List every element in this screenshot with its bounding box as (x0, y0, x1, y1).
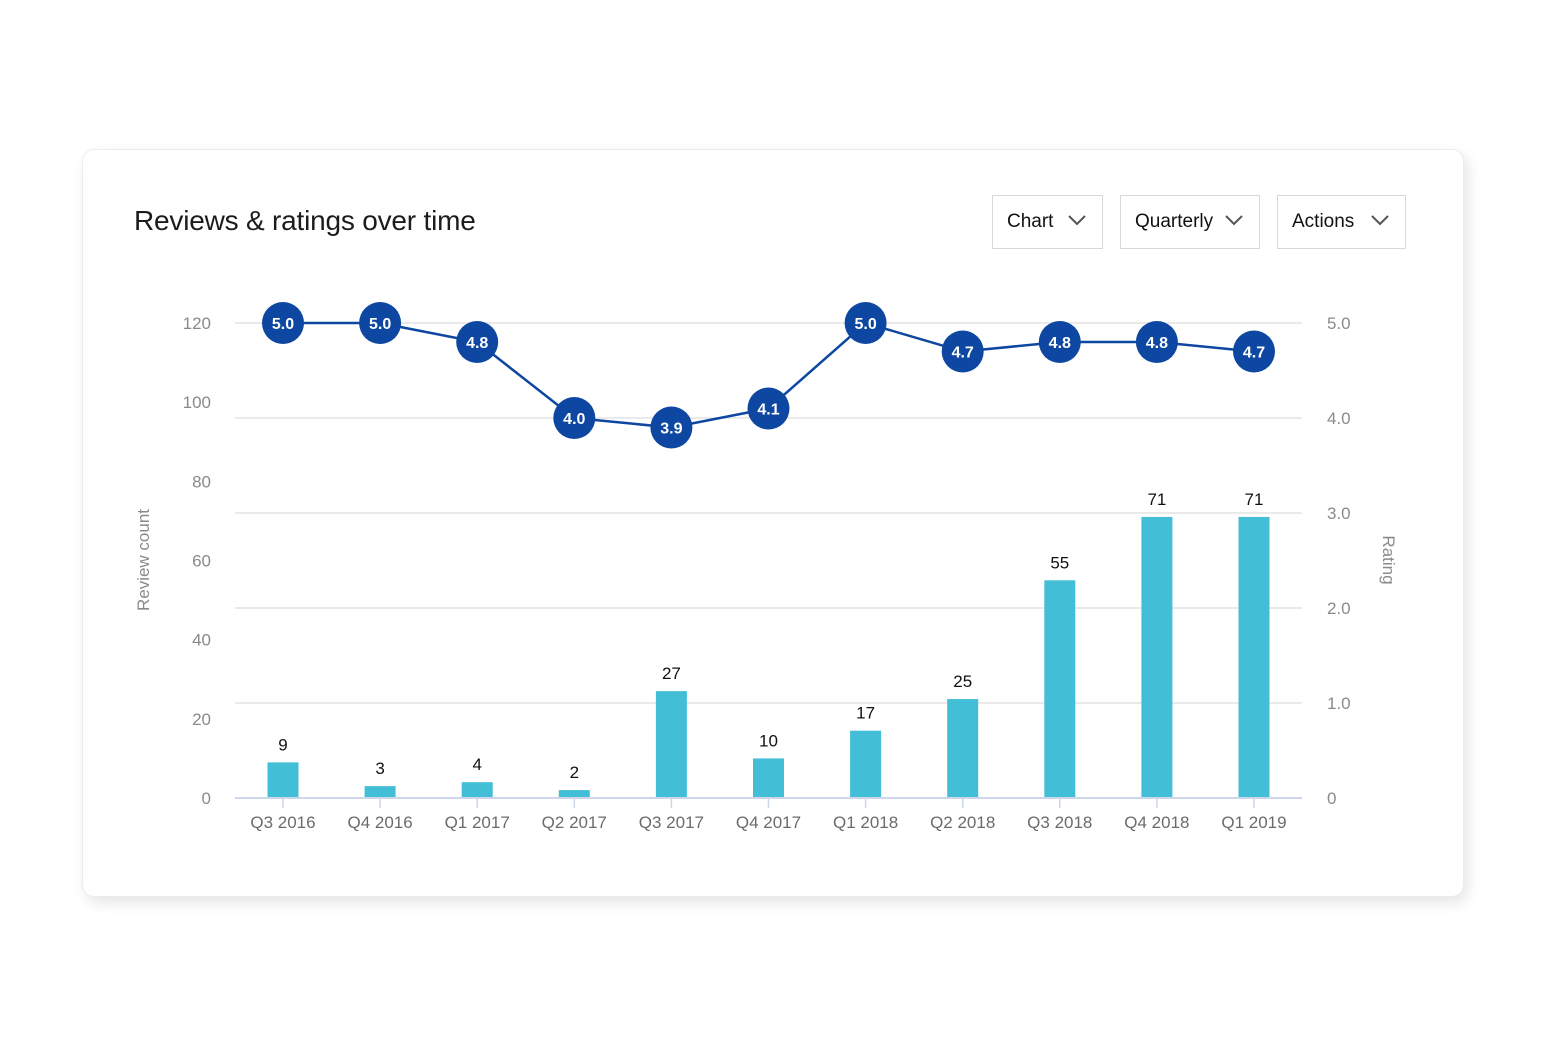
x-tick-label: Q1 2019 (1221, 813, 1286, 832)
bar (1238, 516, 1270, 798)
rating-value-label: 5.0 (369, 316, 391, 333)
bar (850, 730, 882, 798)
x-tick-label: Q4 2017 (736, 813, 801, 832)
right-tick-label: 1.0 (1327, 694, 1351, 713)
x-tick-label: Q1 2018 (833, 813, 898, 832)
rating-value-label: 4.7 (952, 345, 974, 362)
left-tick-label: 20 (192, 710, 211, 729)
bar (753, 758, 784, 798)
rating-line-series: 5.0 5.0 4.8 4.0 3.9 4.1 5.0 4.7 4.8 4.8 4.7 (262, 302, 1275, 449)
reviews-ratings-chart: 0 20 40 60 80 100 120 Review count 0 1.0 2.0 3.0 4.… (134, 302, 1398, 832)
x-tick-label: Q1 2017 (445, 813, 510, 832)
bar-value-label: 27 (662, 664, 681, 683)
bar (558, 790, 590, 798)
right-tick-label: 4.0 (1327, 409, 1351, 428)
left-tick-label: 0 (202, 789, 211, 808)
rating-value-label: 4.8 (1146, 335, 1168, 352)
right-tick-label: 0 (1327, 789, 1336, 808)
bar-value-label: 25 (953, 672, 972, 691)
right-axis-title: Rating (1379, 535, 1398, 584)
rating-value-label: 5.0 (854, 316, 876, 333)
rating-value-label: 4.8 (1049, 335, 1071, 352)
right-axis: 0 1.0 2.0 3.0 4.0 5.0 Rating (1327, 314, 1398, 808)
x-tick-label: Q4 2018 (1124, 813, 1189, 832)
bar (461, 782, 493, 798)
bar-value-label: 4 (472, 755, 481, 774)
right-tick-label: 5.0 (1327, 314, 1351, 333)
x-tick-label: Q2 2017 (542, 813, 607, 832)
rating-value-label: 4.1 (757, 402, 779, 419)
left-tick-label: 40 (192, 631, 211, 650)
left-tick-label: 80 (192, 472, 211, 491)
x-tick-label: Q3 2018 (1027, 813, 1092, 832)
bar (947, 699, 979, 798)
right-tick-label: 2.0 (1327, 599, 1351, 618)
bar-value-label: 2 (570, 763, 579, 782)
rating-value-label: 4.0 (563, 411, 585, 428)
bar-value-label: 55 (1050, 553, 1069, 572)
left-axis: 0 20 40 60 80 100 120 Review count (134, 314, 211, 808)
bar (364, 786, 396, 798)
left-tick-label: 100 (183, 393, 211, 412)
bar-value-label: 9 (278, 735, 287, 754)
rating-value-label: 5.0 (272, 316, 294, 333)
bar-series: 9 3 4 2 27 10 17 25 55 71 71 (267, 490, 1270, 798)
left-tick-label: 120 (183, 314, 211, 333)
x-axis: Q3 2016 Q4 2016 Q1 2017 Q2 2017 Q3 2017 Q4 20… (235, 797, 1302, 832)
x-tick-label: Q3 2016 (250, 813, 315, 832)
x-tick-label: Q2 2018 (930, 813, 995, 832)
bar (1141, 516, 1173, 798)
right-tick-label: 3.0 (1327, 504, 1351, 523)
x-tick-label: Q3 2017 (639, 813, 704, 832)
bar-value-label: 71 (1147, 490, 1166, 509)
bar-value-label: 10 (759, 731, 778, 750)
rating-value-label: 3.9 (660, 421, 682, 438)
bar (655, 691, 687, 798)
left-axis-title: Review count (134, 509, 153, 611)
bar (1044, 580, 1076, 798)
left-tick-label: 60 (192, 552, 211, 571)
bar-value-label: 3 (375, 759, 384, 778)
rating-value-label: 4.8 (466, 335, 488, 352)
rating-value-label: 4.7 (1243, 345, 1265, 362)
x-tick-label: Q4 2016 (347, 813, 412, 832)
bar-value-label: 71 (1245, 490, 1264, 509)
bar-value-label: 17 (856, 704, 875, 723)
bar (267, 762, 299, 798)
